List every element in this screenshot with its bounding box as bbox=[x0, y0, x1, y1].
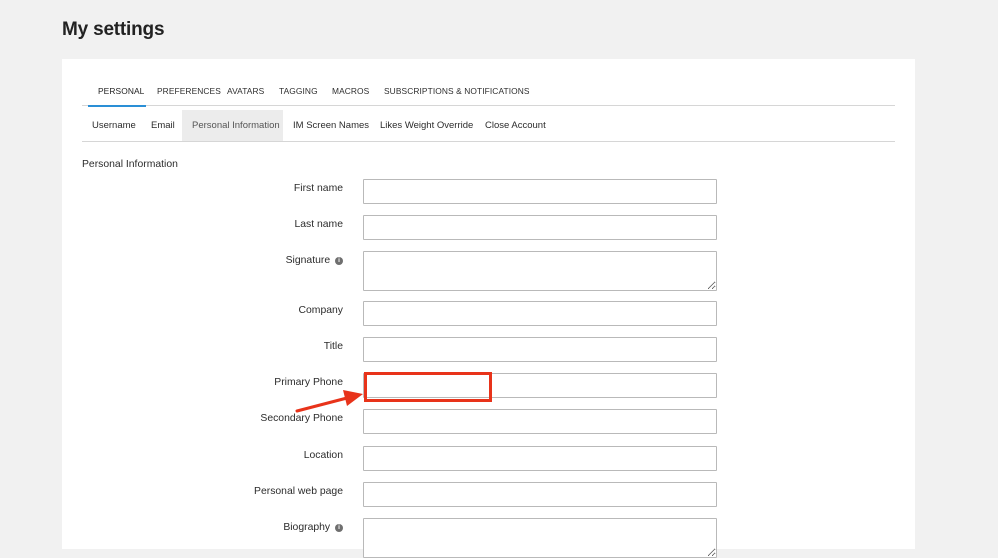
tab-subscriptions-notifications[interactable]: SUBSCRIPTIONS & NOTIFICATIONS bbox=[384, 86, 530, 96]
biography-field[interactable] bbox=[363, 518, 717, 558]
subtab-username[interactable]: Username bbox=[82, 110, 146, 141]
page-title: My settings bbox=[62, 19, 165, 40]
settings-panel: PERSONAL PREFERENCES AVATARS TAGGING MAC… bbox=[62, 59, 915, 558]
annotation-highlight-box bbox=[364, 372, 492, 402]
first-name-field[interactable] bbox=[363, 179, 717, 204]
biography-label: Biography bbox=[283, 522, 331, 533]
primary-phone-label: Primary Phone bbox=[274, 377, 343, 388]
info-icon[interactable]: i bbox=[335, 524, 343, 532]
subtab-email[interactable]: Email bbox=[141, 110, 185, 141]
last-name-field[interactable] bbox=[363, 215, 717, 240]
info-icon[interactable]: i bbox=[335, 257, 343, 265]
signature-label: Signature bbox=[285, 255, 331, 266]
signature-field[interactable] bbox=[363, 251, 717, 291]
tab-preferences[interactable]: PREFERENCES bbox=[157, 86, 221, 96]
location-label: Location bbox=[303, 450, 343, 461]
subtab-likes-weight-override[interactable]: Likes Weight Override bbox=[370, 110, 483, 141]
secondary-phone-field[interactable] bbox=[363, 409, 717, 434]
subtab-im-screen-names[interactable]: IM Screen Names bbox=[283, 110, 379, 141]
location-field[interactable] bbox=[363, 446, 717, 471]
title-label: Title bbox=[323, 341, 343, 352]
company-field[interactable] bbox=[363, 301, 717, 326]
active-tab-indicator bbox=[88, 105, 146, 107]
biography-label-group: Biography i bbox=[283, 522, 343, 533]
web-page-field[interactable] bbox=[363, 482, 717, 507]
section-heading: Personal Information bbox=[82, 159, 178, 170]
tab-macros[interactable]: MACROS bbox=[332, 86, 369, 96]
web-page-label: Personal web page bbox=[254, 486, 343, 497]
subtab-personal-information[interactable]: Personal Information bbox=[182, 110, 283, 141]
secondary-phone-label: Secondary Phone bbox=[260, 413, 343, 424]
tab-personal[interactable]: PERSONAL bbox=[98, 86, 144, 96]
tab-avatars[interactable]: AVATARS bbox=[227, 86, 264, 96]
company-label: Company bbox=[298, 305, 343, 316]
tab-tagging[interactable]: TAGGING bbox=[279, 86, 318, 96]
signature-label-group: Signature i bbox=[286, 255, 343, 266]
first-name-label: First name bbox=[293, 183, 343, 194]
personal-subtabs: Username Email Personal Information IM S… bbox=[82, 110, 895, 142]
last-name-label: Last name bbox=[294, 219, 343, 230]
title-field[interactable] bbox=[363, 337, 717, 362]
settings-tabs: PERSONAL PREFERENCES AVATARS TAGGING MAC… bbox=[82, 77, 895, 106]
subtab-close-account[interactable]: Close Account bbox=[475, 110, 556, 141]
